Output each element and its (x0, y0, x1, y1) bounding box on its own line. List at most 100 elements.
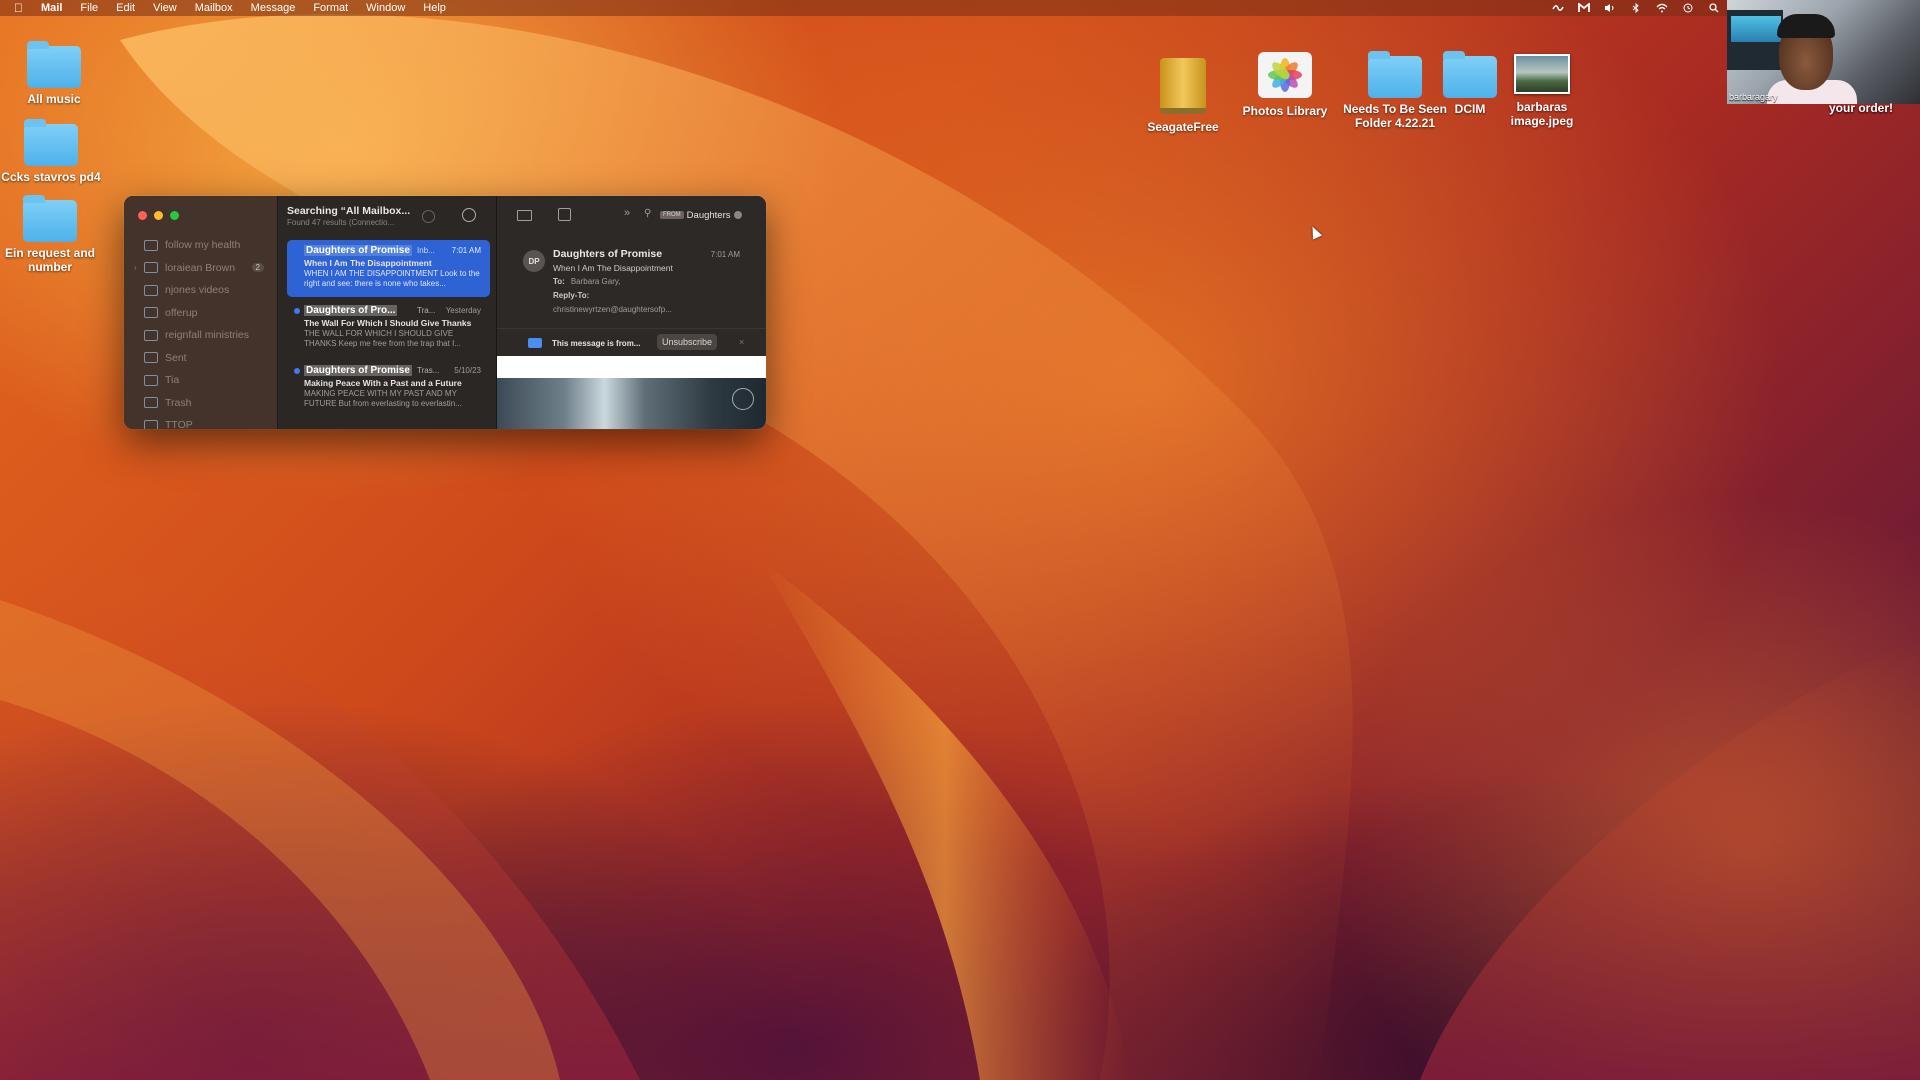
message-row[interactable]: Daughters of Pro... Tra... Yesterday The… (287, 300, 490, 357)
desktop-photos-library[interactable]: Photos Library (1238, 52, 1332, 118)
sidebar-item-label: loraiean Brown (165, 261, 236, 274)
mailing-list-banner: This message is from... Unsubscribe × (497, 328, 766, 357)
unread-dot-icon (294, 308, 300, 314)
activity-icon (422, 210, 435, 223)
sidebar-item-label: Tia (165, 374, 180, 387)
menu-format[interactable]: Format (313, 2, 348, 14)
toolbar-overflow-icon[interactable]: » (624, 207, 630, 219)
reader-recipient: To: Barbara Gary, (553, 277, 621, 286)
sidebar-item-label: njones videos (165, 284, 230, 297)
compose-icon[interactable] (558, 208, 571, 221)
menu-message[interactable]: Message (251, 2, 296, 14)
reader-subject: When I Am The Disappointment (553, 263, 673, 273)
time-machine-icon[interactable] (1682, 3, 1694, 13)
message-mailbox: Inb... (417, 246, 435, 255)
webcam-username: barbaragary (1729, 92, 1778, 102)
message-mailbox: Tra... (417, 306, 436, 315)
get-mail-envelope-icon[interactable] (517, 210, 532, 221)
desktop-image-barbaras[interactable]: barbaras image.jpeg (1502, 54, 1582, 128)
bluetooth-icon[interactable] (1630, 3, 1642, 13)
reader-sender[interactable]: Daughters of Promise (553, 248, 662, 260)
sidebar-item-label: reignfall ministries (165, 329, 250, 342)
desktop-icon-label: All music (27, 92, 81, 106)
minimize-window-button[interactable] (154, 211, 163, 220)
window-controls (138, 211, 179, 220)
desktop-folder-needs-to-be-seen[interactable]: Needs To Be Seen Folder 4.22.21 (1340, 51, 1450, 130)
search-query[interactable]: Daughters (687, 210, 731, 221)
desktop-icon-label: SeagateFree (1147, 120, 1219, 134)
sidebar-item-tia[interactable]: Tia (124, 369, 277, 392)
menu-file[interactable]: File (80, 2, 98, 14)
menu-app-name[interactable]: Mail (41, 2, 62, 14)
search-results-count: Found 47 results (Connectio... (287, 218, 395, 227)
to-value[interactable]: Barbara Gary, (571, 277, 621, 286)
mailbox-folder-list: follow my health › loraiean Brown 2 njon… (124, 234, 277, 429)
menu-bar:  Mail File Edit View Mailbox Message Fo… (0, 0, 1920, 16)
zoom-window-button[interactable] (170, 211, 179, 220)
menu-edit[interactable]: Edit (116, 2, 135, 14)
folder-icon (1443, 51, 1497, 98)
apple-menu-icon[interactable]:  (14, 1, 23, 15)
sidebar-item-loraiean-brown[interactable]: › loraiean Brown 2 (124, 257, 277, 280)
menu-help[interactable]: Help (423, 2, 446, 14)
search-token-from[interactable]: FROM (660, 211, 684, 219)
desktop-folder-ein-request[interactable]: Ein request and number (2, 195, 98, 274)
folder-icon (144, 374, 158, 386)
folder-icon (144, 329, 158, 341)
message-subject: When I Am The Disappointment (304, 258, 432, 268)
message-list-pane: Searching “All Mailbox... Found 47 resul… (278, 196, 497, 429)
folder-icon (144, 397, 158, 409)
chevron-right-icon[interactable]: › (134, 263, 137, 272)
search-field[interactable]: FROM Daughters (660, 209, 742, 221)
desktop-folder-all-music[interactable]: All music (14, 41, 94, 106)
status-app-icon[interactable] (1552, 3, 1564, 13)
sidebar-item-offerup[interactable]: offerup (124, 302, 277, 325)
message-sender: Daughters of Promise (304, 245, 412, 256)
folder-icon (27, 41, 81, 88)
message-time: Yesterday (445, 306, 481, 315)
search-icon[interactable]: ⚲ (644, 208, 651, 219)
message-reader-pane: » ⚲ FROM Daughters DP Daughters of Promi… (497, 196, 766, 429)
menu-window[interactable]: Window (366, 2, 405, 14)
clear-search-icon[interactable] (733, 211, 742, 219)
message-preview: THE WALL FOR WHICH I SHOULD GIVE THANKS … (304, 329, 461, 348)
sidebar-item-follow-my-health[interactable]: follow my health (124, 234, 277, 257)
message-row[interactable]: Daughters of Promise Inb... 7:01 AM When… (287, 240, 490, 297)
message-row[interactable]: Daughters of Promise Tras... 5/10/23 Mak… (287, 360, 490, 417)
sender-avatar: DP (523, 250, 545, 272)
webcam-overlay: barbaragary (1727, 0, 1920, 104)
reply-to-address[interactable]: christinewyrtzen@daughtersofp... (553, 305, 672, 314)
close-icon[interactable]: × (739, 337, 744, 347)
wifi-icon[interactable] (1656, 3, 1668, 13)
message-list-header: Searching “All Mailbox... Found 47 resul… (278, 196, 496, 236)
desktop-folder-ccks-stavros[interactable]: Ccks stavros pd4 (0, 119, 102, 184)
sidebar-item-sent[interactable]: Sent (124, 347, 277, 370)
menu-mailbox[interactable]: Mailbox (195, 2, 233, 14)
message-sender: Daughters of Promise (304, 365, 412, 376)
unsubscribe-button[interactable]: Unsubscribe (657, 334, 718, 350)
sidebar-item-label: Trash (165, 396, 192, 409)
menu-view[interactable]: View (153, 2, 177, 14)
gmail-m-icon[interactable] (1578, 3, 1590, 13)
desktop-folder-dcim[interactable]: DCIM (1438, 51, 1502, 116)
folder-icon (24, 119, 78, 166)
reader-toolbar: » ⚲ FROM Daughters (497, 196, 766, 236)
sidebar-item-ttop[interactable]: TTOP (124, 414, 277, 429)
sidebar-item-trash[interactable]: Trash (124, 392, 277, 415)
folder-icon (23, 195, 77, 242)
folder-icon (1368, 51, 1422, 98)
search-scope-title: Searching “All Mailbox... (287, 205, 411, 217)
sidebar-item-label: Sent (165, 351, 187, 364)
filter-icon[interactable] (462, 208, 476, 222)
message-subject: Making Peace With a Past and a Future (304, 378, 462, 388)
message-body (497, 356, 766, 429)
sidebar-item-reignfall-ministries[interactable]: reignfall ministries (124, 324, 277, 347)
folder-icon (144, 419, 158, 429)
message-sender: Daughters of Pro... (304, 305, 398, 316)
volume-icon[interactable] (1604, 3, 1616, 13)
sidebar-item-njones-videos[interactable]: njones videos (124, 279, 277, 302)
spotlight-search-icon[interactable] (1708, 3, 1720, 13)
close-window-button[interactable] (138, 211, 147, 220)
message-hero-image (497, 378, 766, 429)
desktop-drive-seagatefree[interactable]: SeagateFree (1140, 58, 1226, 134)
